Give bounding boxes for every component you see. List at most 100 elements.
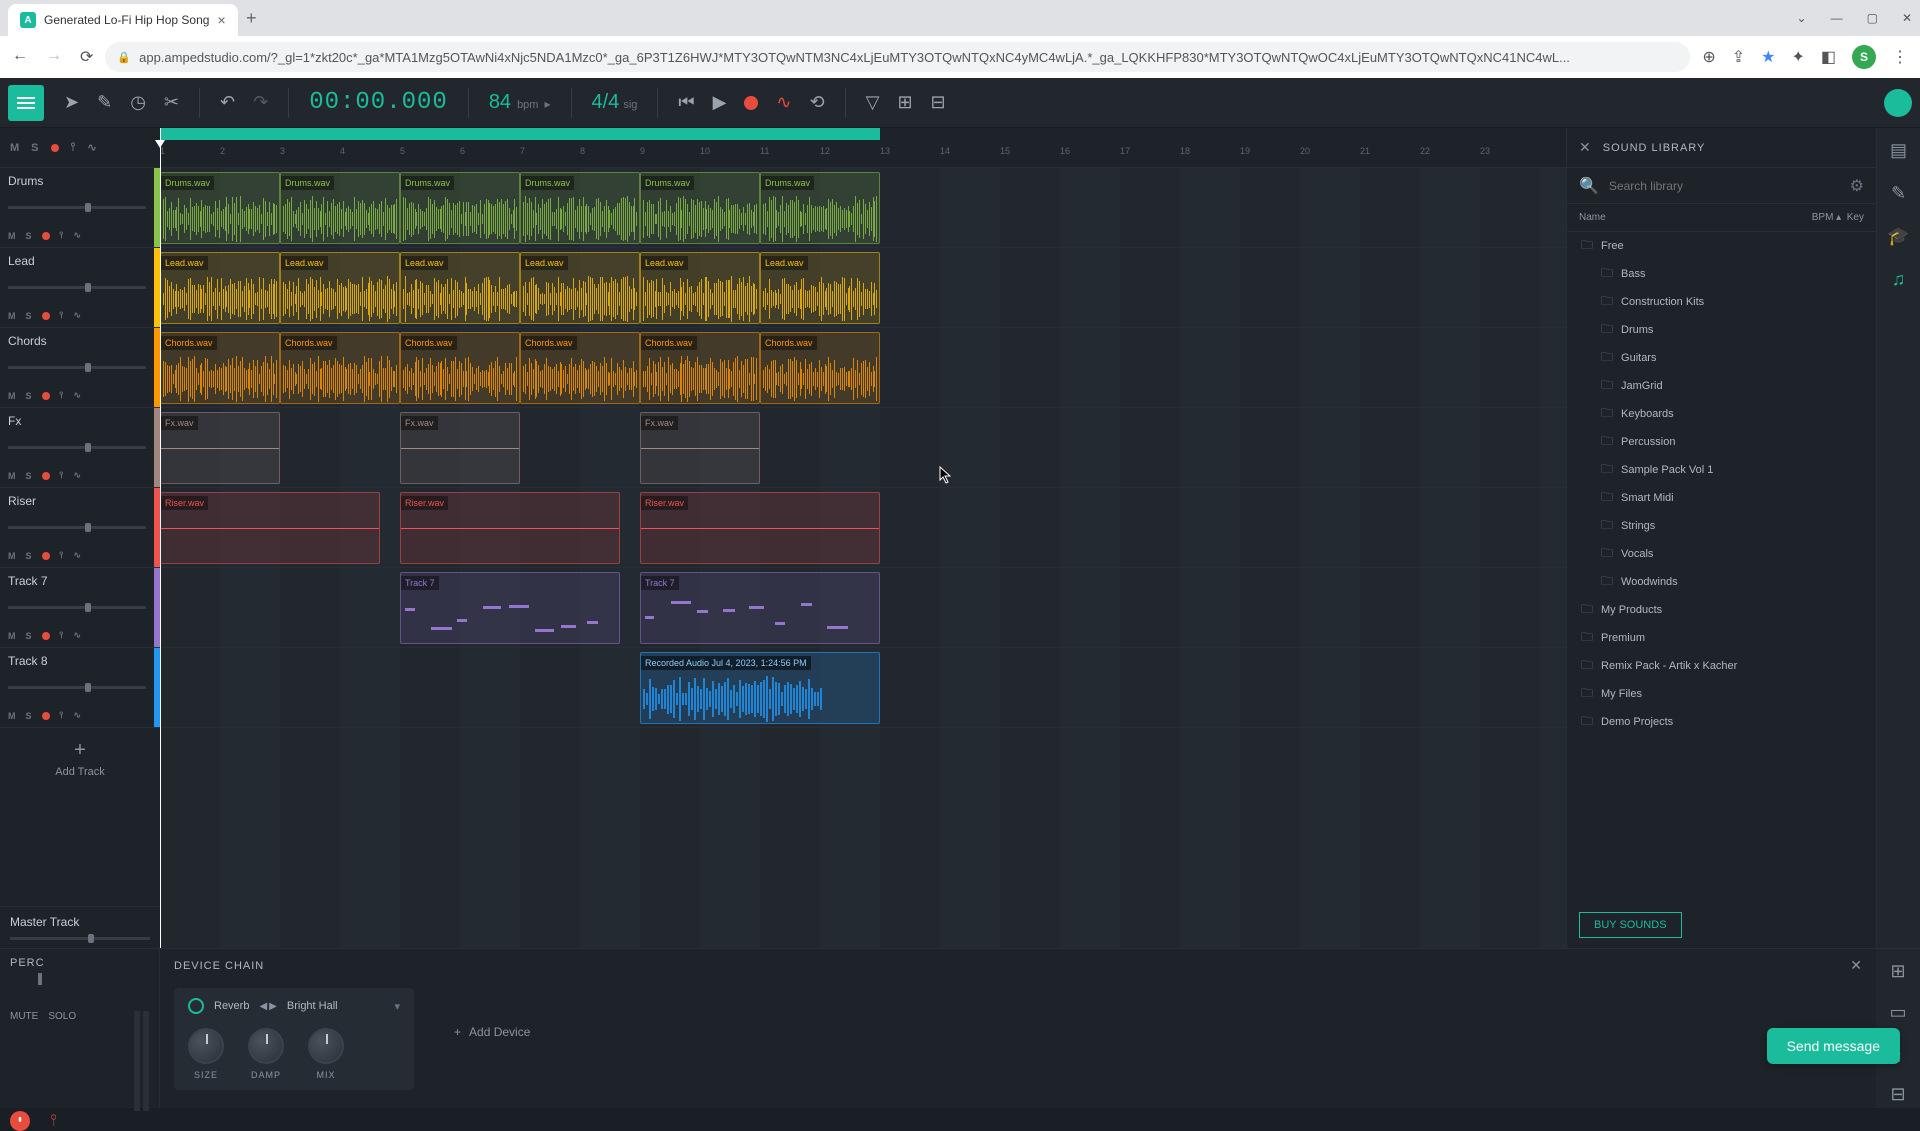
meter-icon[interactable]: ⫯ [60, 550, 64, 561]
browser-tab[interactable]: A Generated Lo-Fi Hip Hop Song × [8, 4, 238, 36]
mute-button[interactable]: M [8, 471, 16, 481]
playhead[interactable] [160, 128, 161, 948]
audio-clip[interactable]: Drums.wav [160, 172, 280, 244]
master-track[interactable]: Master Track [0, 906, 160, 948]
audio-clip[interactable]: Fx.wav [400, 412, 520, 484]
track-row[interactable]: Fx.wav Fx.wav Fx.wav [160, 408, 1566, 488]
knob[interactable] [188, 1028, 224, 1064]
close-window-icon[interactable]: ✕ [1902, 11, 1912, 25]
new-tab-button[interactable]: + [246, 8, 257, 29]
audio-clip[interactable]: Lead.wav [400, 252, 520, 324]
volume-slider[interactable] [8, 606, 146, 609]
undo-icon[interactable]: ↶ [220, 92, 235, 113]
volume-slider[interactable] [8, 286, 146, 289]
preset-nav[interactable]: ◀▶ [259, 1001, 276, 1012]
audio-clip[interactable]: Riser.wav [400, 492, 620, 564]
automation-icon[interactable]: ∿ [73, 550, 81, 561]
pencil-tool-icon[interactable]: ✎ [97, 92, 112, 113]
url-field[interactable]: 🔒 app.ampedstudio.com/?_gl=1*zkt20c*_ga*… [105, 42, 1690, 72]
track-row[interactable]: Recorded Audio Jul 4, 2023, 1:24:56 PM [160, 648, 1566, 728]
audio-clip[interactable]: Fx.wav [160, 412, 280, 484]
loop-bar[interactable] [160, 128, 1566, 140]
solo-all[interactable]: S [31, 142, 38, 154]
loop-icon[interactable]: ⟲ [810, 92, 825, 113]
skip-back-icon[interactable]: ⏮ [678, 92, 694, 113]
mute-button[interactable]: M [8, 231, 16, 241]
volume-slider[interactable] [8, 366, 146, 369]
add-track-button[interactable]: + Add Track [0, 728, 160, 788]
record-button[interactable] [744, 96, 758, 110]
track-header[interactable]: Riser M S ⫯ ∿ [0, 488, 160, 568]
col-key[interactable]: Key [1847, 212, 1864, 223]
volume-slider[interactable] [8, 446, 146, 449]
audio-clip[interactable]: Track 7 [640, 572, 880, 644]
minimize-icon[interactable]: — [1831, 11, 1843, 25]
automation-icon[interactable]: ∿ [73, 710, 81, 721]
count-in-icon[interactable]: ⊞ [897, 92, 912, 113]
preset-dropdown-icon[interactable]: ▾ [394, 1000, 400, 1013]
track-row[interactable]: Chords.wavChords.wavChords.wavChords.wav… [160, 328, 1566, 408]
arm-button[interactable] [42, 312, 50, 320]
audio-clip[interactable]: Fx.wav [640, 412, 760, 484]
library-folder[interactable]: 🗀Construction Kits [1567, 288, 1876, 316]
arm-button[interactable] [42, 232, 50, 240]
audio-clip[interactable]: Chords.wav [400, 332, 520, 404]
library-folder[interactable]: 🗀Sample Pack Vol 1 [1567, 456, 1876, 484]
volume-slider[interactable] [8, 686, 146, 689]
profile-avatar[interactable]: S [1852, 45, 1876, 69]
mute-button[interactable]: MUTE [10, 1011, 38, 1111]
arm-button[interactable] [42, 552, 50, 560]
track-header[interactable]: Lead M S ⫯ ∿ [0, 248, 160, 328]
dropdown-icon[interactable]: ⌄ [1797, 11, 1807, 25]
library-search-input[interactable] [1609, 179, 1840, 193]
library-folder[interactable]: 🗀Strings [1567, 512, 1876, 540]
automation-icon[interactable]: ∿ [73, 310, 81, 321]
solo-button[interactable]: SOLO [48, 1011, 76, 1111]
hamburger-menu[interactable] [8, 85, 44, 121]
arrangement-view[interactable]: Drums.wavDrums.wavDrums.wavDrums.wavDrum… [160, 168, 1566, 948]
menu-icon[interactable]: ⋮ [1892, 47, 1908, 67]
mute-button[interactable]: M [8, 391, 16, 401]
bpm-display[interactable]: 84 bpm ▸ [489, 91, 551, 114]
timeline-ruler[interactable]: 1234567891011121314151617181920212223 [160, 140, 1566, 168]
automation-icon[interactable]: ∿ [73, 470, 81, 481]
library-folder[interactable]: 🗀Demo Projects [1567, 708, 1876, 736]
reverb-device[interactable]: Reverb ◀▶ Bright Hall ▾ SIZEDAMPMIX [174, 988, 414, 1090]
knob[interactable] [248, 1028, 284, 1064]
bookmark-icon[interactable]: ★ [1761, 47, 1775, 67]
pointer-tool-icon[interactable]: ➤ [64, 92, 79, 113]
user-avatar[interactable] [1884, 89, 1912, 117]
automation-icon[interactable]: ∿ [73, 630, 81, 641]
time-signature[interactable]: 4/4 sig [592, 91, 638, 114]
track-row[interactable]: Riser.wavRiser.wavRiser.wav [160, 488, 1566, 568]
arm-button[interactable] [42, 392, 50, 400]
audio-clip[interactable]: Chords.wav [280, 332, 400, 404]
timer-tool-icon[interactable]: ◷ [130, 92, 146, 113]
automation-icon[interactable]: ∿ [87, 141, 96, 154]
library-folder[interactable]: 🗀My Files [1567, 680, 1876, 708]
meter-icon[interactable]: ⫯ [60, 630, 64, 641]
keyboard-icon[interactable]: ⫯ [50, 1112, 57, 1130]
automation-icon[interactable]: ∿ [73, 230, 81, 241]
mute-button[interactable]: M [8, 711, 16, 721]
solo-button[interactable]: S [26, 231, 32, 241]
col-bpm[interactable]: BPM ▴ [1812, 212, 1847, 223]
library-folder[interactable]: 🗀Drums [1567, 316, 1876, 344]
track-header[interactable]: Track 7 M S ⫯ ∿ [0, 568, 160, 648]
pen-icon[interactable]: ✎ [1891, 183, 1906, 204]
close-device-chain-icon[interactable]: ✕ [1850, 957, 1862, 974]
meter-icon[interactable]: ⫯ [60, 390, 64, 401]
tab-close-icon[interactable]: × [217, 12, 225, 28]
audio-clip[interactable]: Lead.wav [280, 252, 400, 324]
audio-clip[interactable]: Drums.wav [280, 172, 400, 244]
grad-icon[interactable]: 🎓 [1887, 226, 1909, 247]
track-row[interactable]: Track 7Track 7 [160, 568, 1566, 648]
track-row[interactable]: Drums.wavDrums.wavDrums.wavDrums.wavDrum… [160, 168, 1566, 248]
volume-slider[interactable] [8, 206, 146, 209]
audio-clip[interactable]: Chords.wav [160, 332, 280, 404]
loop-region[interactable] [160, 128, 880, 140]
library-folder[interactable]: 🗀Free [1567, 232, 1876, 260]
share-icon[interactable]: ⇪ [1732, 47, 1745, 67]
send-message-button[interactable]: Send message [1767, 1028, 1900, 1064]
solo-button[interactable]: S [26, 711, 32, 721]
